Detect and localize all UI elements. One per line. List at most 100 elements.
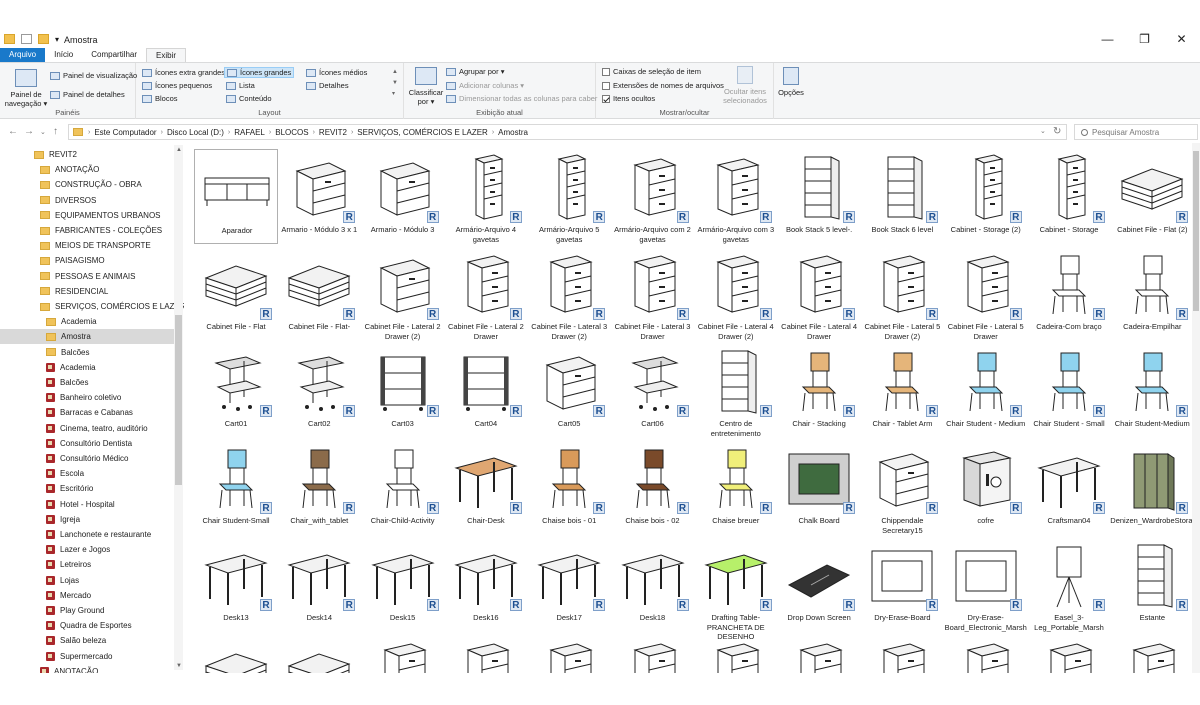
file-item[interactable]: R Chair-Desk (444, 440, 528, 535)
file-item[interactable]: R Cadeira-Com braço (1027, 246, 1111, 341)
file-item[interactable]: R Cabinet - Storage (1027, 149, 1111, 244)
layout-extra-large-icons[interactable]: Ícones extra grandes (142, 68, 225, 77)
sidebar-item[interactable]: Quadra de Esportes (0, 618, 174, 633)
file-item[interactable]: R Cart01 (194, 343, 278, 438)
sidebar-item[interactable]: Salão beleza (0, 633, 174, 648)
sidebar-item[interactable]: RESIDENCIAL (0, 284, 174, 299)
layout-medium-icons[interactable]: Ícones médios (306, 68, 367, 77)
file-item[interactable]: R Drafting Table-PRANCHETA DE DESENHO (694, 537, 778, 641)
sidebar-item[interactable]: Lanchonete e restaurante (0, 527, 174, 542)
file-item[interactable]: R (527, 634, 611, 673)
sidebar-item[interactable]: Supermercado (0, 649, 174, 664)
new-folder-icon[interactable] (38, 34, 49, 44)
sidebar-item[interactable]: Lazer e Jogos (0, 542, 174, 557)
scrollbar-thumb[interactable] (175, 315, 182, 485)
file-item[interactable]: R Armario - Módulo 3 (361, 149, 445, 244)
file-item[interactable]: R Cart04 (444, 343, 528, 438)
file-item[interactable]: R Desk17 (527, 537, 611, 632)
sidebar-item[interactable]: DIVERSOS (0, 193, 174, 208)
file-item[interactable]: R Book Stack 6 level (860, 149, 944, 244)
add-columns-button[interactable]: Adicionar colunas ▾ (446, 81, 524, 90)
file-item[interactable]: R Chair Student-Medium (1110, 343, 1192, 438)
sidebar-item[interactable]: Academia (0, 314, 174, 329)
sidebar-item[interactable]: PAISAGISMO (0, 253, 174, 268)
breadcrumb-rafael[interactable]: RAFAEL (232, 128, 267, 137)
file-item[interactable]: R Dry-Erase-Board (860, 537, 944, 632)
file-item[interactable]: R Cart03 (361, 343, 445, 438)
file-item[interactable]: R (361, 634, 445, 673)
file-item[interactable]: R (1110, 634, 1192, 673)
layout-tiles[interactable]: Blocos (142, 94, 178, 103)
layout-list[interactable]: Lista (226, 81, 255, 90)
sidebar-item[interactable]: REVIT2 (0, 147, 174, 162)
file-item[interactable]: R Chair Student-Small (194, 440, 278, 535)
sidebar-item[interactable]: ANOTAÇÃO (0, 664, 174, 673)
file-item[interactable]: R Denizen_WardrobeStorageTower_3D (1110, 440, 1192, 535)
file-item[interactable]: R Cabinet File - Lateral 5 Drawer (944, 246, 1028, 341)
file-item[interactable]: R Chair Student - Medium (944, 343, 1028, 438)
layout-content[interactable]: Conteúdo (226, 94, 272, 103)
file-item[interactable]: R (611, 634, 695, 673)
file-item[interactable]: Rcofre (944, 440, 1028, 535)
file-item[interactable]: R Armário-Arquivo com 2 gavetas (611, 149, 695, 244)
scroll-up-arrow[interactable]: ▲ (176, 147, 182, 153)
file-item[interactable]: Aparador (194, 149, 278, 244)
sidebar-item[interactable]: Play Ground (0, 603, 174, 618)
sidebar-item[interactable]: Lojas (0, 573, 174, 588)
search-box[interactable]: Pesquisar Amostra (1074, 124, 1198, 140)
file-item[interactable]: R Craftsman04 (1027, 440, 1111, 535)
sidebar-item[interactable]: SERVIÇOS, COMÉRCIOS E LAZER (0, 299, 184, 314)
sidebar-item[interactable]: Hotel - Hospital (0, 497, 174, 512)
file-item[interactable]: R Armario - Módulo 3 x 1 (277, 149, 361, 244)
file-item[interactable]: R Desk16 (444, 537, 528, 632)
file-item[interactable]: R Cabinet File - Lateral 5 Drawer (2) (860, 246, 944, 341)
options-button[interactable]: Opções (777, 67, 805, 97)
properties-icon[interactable] (21, 34, 32, 44)
file-item[interactable]: R Centro de entretenimento (694, 343, 778, 438)
file-item[interactable]: R Chippendale Secretary15 (860, 440, 944, 535)
file-item[interactable]: R Chair - Stacking (777, 343, 861, 438)
file-item[interactable]: R Chaise bois - 01 (527, 440, 611, 535)
file-item[interactable]: R Desk13 (194, 537, 278, 632)
file-item[interactable]: R Armário-Arquivo 4 gavetas (444, 149, 528, 244)
hidden-items-toggle[interactable]: Itens ocultos (602, 94, 655, 103)
file-item[interactable]: R Cabinet File - Lateral 3 Drawer (2) (527, 246, 611, 341)
details-pane-button[interactable]: Painel de detalhes (50, 90, 125, 99)
up-button[interactable]: ↑ (53, 126, 58, 137)
file-item[interactable]: R Cabinet File - Lateral 2 Drawer (444, 246, 528, 341)
layout-scroll-arrows[interactable]: ▲ ▼ ▾ (392, 67, 398, 100)
file-item[interactable]: R Cabinet File - Lateral 4 Drawer (2) (694, 246, 778, 341)
sidebar-item[interactable]: Escola (0, 466, 174, 481)
address-history-button[interactable]: ⌄ (1040, 127, 1046, 135)
breadcrumb-amostra[interactable]: Amostra (496, 128, 530, 137)
file-item[interactable]: R Dry-Erase-Board_Electronic_Marsh (944, 537, 1028, 632)
file-item[interactable]: R Cabinet File - Lateral 3 Drawer (611, 246, 695, 341)
file-item[interactable]: R Chair Student - Small (1027, 343, 1111, 438)
search-input[interactable]: Pesquisar Amostra (1092, 128, 1159, 137)
sidebar-item[interactable]: Letreiros (0, 557, 174, 572)
file-item[interactable]: R Desk15 (361, 537, 445, 632)
file-item[interactable]: R Cabinet - Storage (2) (944, 149, 1028, 244)
sidebar-item[interactable]: Cinema, teatro, auditório (0, 421, 174, 436)
sidebar-item[interactable]: Barracas e Cabanas (0, 405, 174, 420)
layout-small-icons[interactable]: Ícones pequenos (142, 81, 212, 90)
tab-arquivo[interactable]: Arquivo (0, 48, 46, 62)
file-item[interactable]: R Cadeira-Empilhar (1110, 246, 1192, 341)
item-checkboxes-toggle[interactable]: Caixas de seleção de item (602, 67, 701, 76)
file-item[interactable]: R Chair-Child-Activity (361, 440, 445, 535)
sidebar-item[interactable]: Mercado (0, 588, 174, 603)
sidebar-item[interactable]: EQUIPAMENTOS URBANOS (0, 208, 174, 223)
file-item[interactable]: R Cabinet File - Flat- (277, 246, 361, 341)
breadcrumb-servicos[interactable]: SERVIÇOS, COMÉRCIOS E LAZER (355, 128, 490, 137)
content-scrollbar[interactable] (1192, 143, 1200, 673)
sidebar-item[interactable]: Academia (0, 360, 174, 375)
file-item[interactable]: R (777, 634, 861, 673)
tab-exibir[interactable]: Exibir (146, 48, 187, 62)
size-columns-button[interactable]: Dimensionar todas as colunas para caber (446, 94, 597, 103)
layout-large-icons[interactable]: Ícones grandes (224, 67, 295, 78)
back-button[interactable]: ← (8, 126, 18, 137)
tab-compartilhar[interactable]: Compartilhar (82, 48, 146, 62)
sidebar-item[interactable]: Consultório Médico (0, 451, 174, 466)
file-item[interactable]: R (860, 634, 944, 673)
recent-locations-button[interactable]: ⌄ (40, 128, 46, 136)
